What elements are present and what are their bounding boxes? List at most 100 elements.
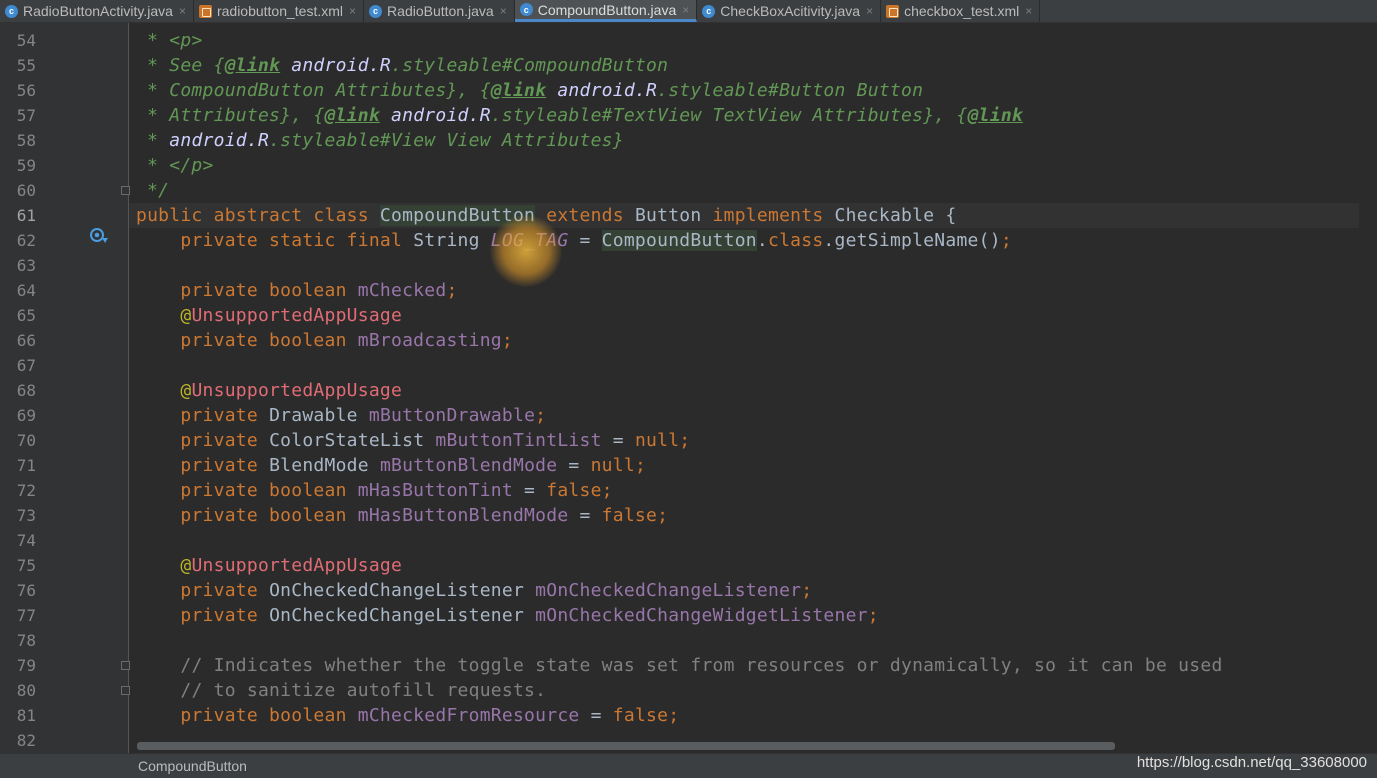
tab-checkboxacitivity-java[interactable]: c CheckBoxAcitivity.java × (697, 0, 882, 22)
code-line[interactable]: @UnsupportedAppUsage (136, 303, 402, 328)
code-token: private boolean (180, 705, 358, 726)
tab-radiobutton-java[interactable]: c RadioButton.java × (364, 0, 515, 22)
line-number: 79 (16, 656, 36, 675)
code-token: mChecked (357, 280, 447, 301)
line-number: 81 (16, 706, 36, 725)
code-token: UnsupportedAppUsage (191, 380, 403, 401)
code-line[interactable]: private boolean mBroadcasting; (136, 328, 513, 353)
line-number: 74 (16, 531, 36, 550)
java-class-icon: c (369, 4, 383, 18)
code-token: CompoundButton (601, 230, 757, 251)
code-token: private (180, 605, 270, 626)
close-icon[interactable]: × (866, 4, 873, 18)
code-token: * CompoundButton Attributes}, { (136, 80, 491, 101)
code-token: .styleable#CompoundButton (391, 55, 669, 76)
code-token: android.R (169, 130, 270, 151)
close-icon[interactable]: × (179, 4, 186, 18)
code-line[interactable]: public abstract class CompoundButton ext… (136, 203, 956, 228)
code-token: mBroadcasting (357, 330, 502, 351)
tab-label: RadioButtonActivity.java (23, 3, 173, 19)
line-number: 61 (16, 206, 36, 225)
code-line[interactable]: * <p> (136, 28, 203, 53)
code-line[interactable]: * CompoundButton Attributes}, {@link and… (136, 78, 923, 103)
code-line[interactable]: private boolean mCheckedFromResource = f… (136, 703, 679, 728)
code-token: .getSimpleName() (823, 230, 1001, 251)
line-number: 73 (16, 506, 36, 525)
code-token: // Indicates whether the toggle state wa… (180, 655, 1223, 676)
code-line[interactable]: private static final String LOG_TAG = Co… (136, 228, 1012, 253)
code-line[interactable]: private boolean mHasButtonTint = false; (136, 478, 613, 503)
code-token: BlendMode (269, 455, 380, 476)
tab-radiobuttonactivity-java[interactable]: c RadioButtonActivity.java × (0, 0, 194, 22)
code-token: mHasButtonBlendMode (357, 505, 569, 526)
line-number: 55 (16, 56, 36, 75)
code-token: @link (967, 105, 1023, 126)
code-line[interactable]: private ColorStateList mButtonTintList =… (136, 428, 690, 453)
code-line[interactable]: @UnsupportedAppUsage (136, 553, 402, 578)
code-line[interactable]: // to sanitize autofill requests. (136, 678, 546, 703)
code-token: @ (180, 380, 192, 401)
code-token: * (136, 130, 170, 151)
code-token: * (136, 30, 170, 51)
code-token: ; (801, 580, 813, 601)
code-line[interactable]: private OnCheckedChangeListener mOnCheck… (136, 603, 879, 628)
line-number: 77 (16, 606, 36, 625)
code-token: private boolean (180, 280, 358, 301)
code-line[interactable]: * </p> (136, 153, 214, 178)
code-line[interactable]: * See {@link android.R.styleable#Compoun… (136, 53, 668, 78)
code-token: UnsupportedAppUsage (191, 305, 403, 326)
line-number-gutter: 54 55 56 57 58 59 60 61 62 63 64 65 66 67 68 69 70 71 72 73… (0, 23, 130, 753)
line-number: 59 (16, 156, 36, 175)
tab-compoundbutton-java[interactable]: c CompoundButton.java × (514, 0, 698, 22)
code-token: mOnCheckedChangeListener (535, 580, 802, 601)
close-icon[interactable]: × (1025, 4, 1032, 18)
close-icon[interactable]: × (682, 3, 689, 17)
code-line[interactable]: */ (136, 178, 169, 203)
line-number: 76 (16, 581, 36, 600)
xml-file-icon (198, 4, 212, 18)
code-line[interactable]: * android.R.styleable#View View Attribut… (136, 128, 624, 153)
code-line[interactable]: private boolean mHasButtonBlendMode = fa… (136, 503, 668, 528)
line-number: 63 (16, 256, 36, 275)
code-line[interactable]: private Drawable mButtonDrawable; (136, 403, 546, 428)
tab-checkbox-test-xml[interactable]: checkbox_test.xml × (881, 0, 1041, 22)
breadcrumb[interactable]: CompoundButton (138, 758, 247, 774)
line-number: 58 (16, 131, 36, 150)
code-line[interactable]: private OnCheckedChangeListener mOnCheck… (136, 578, 812, 603)
code-editor[interactable]: * <p> * See {@link android.R.styleable#C… (129, 23, 1359, 753)
code-line[interactable]: private boolean mChecked; (136, 278, 458, 303)
horizontal-scrollbar[interactable] (137, 742, 1115, 750)
code-line[interactable]: // Indicates whether the toggle state wa… (136, 653, 1223, 678)
code-token: Checkable { (834, 205, 957, 226)
code-token: mButtonDrawable (368, 405, 536, 426)
code-token: CompoundButton (379, 205, 536, 226)
line-number: 75 (16, 556, 36, 575)
close-icon[interactable]: × (349, 4, 356, 18)
code-token: false; (546, 480, 613, 501)
code-token: .styleable#View View Attributes} (269, 130, 624, 151)
code-line[interactable]: private BlendMode mButtonBlendMode = nul… (136, 453, 646, 478)
close-icon[interactable]: × (500, 4, 507, 18)
line-number: 69 (16, 406, 36, 425)
code-token: android.R (557, 80, 658, 101)
code-token: private boolean (180, 330, 358, 351)
tab-radiobutton-test-xml[interactable]: radiobutton_test.xml × (194, 0, 365, 22)
line-number: 67 (16, 356, 36, 375)
code-token: * </p> (136, 155, 214, 176)
override-marker-icon[interactable] (89, 227, 109, 245)
code-token: implements (712, 205, 835, 226)
code-line[interactable]: @UnsupportedAppUsage (136, 378, 402, 403)
tab-label: RadioButton.java (387, 3, 494, 19)
code-token: ; (535, 405, 547, 426)
line-number: 60 (16, 181, 36, 200)
code-line[interactable]: * Attributes}, {@link android.R.styleabl… (136, 103, 1023, 128)
